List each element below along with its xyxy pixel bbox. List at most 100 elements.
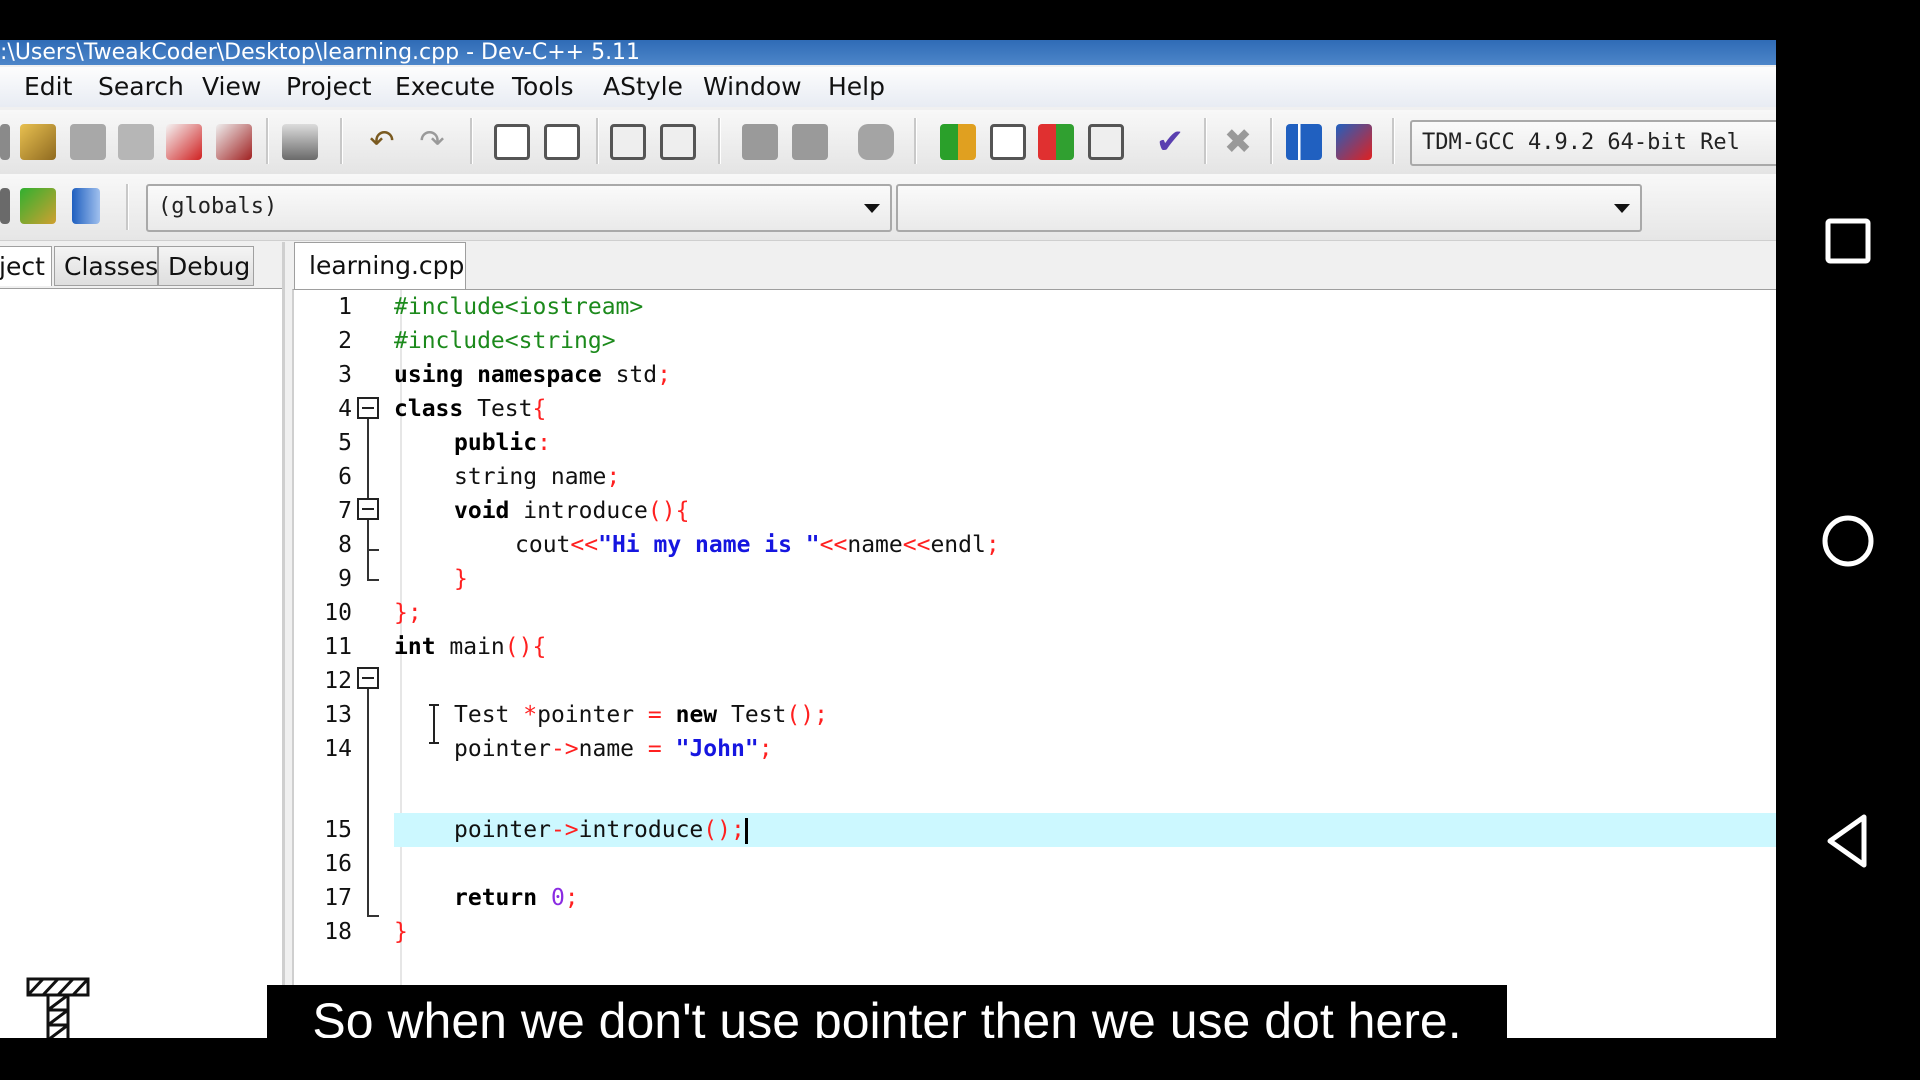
unindent-icon[interactable] [660,124,696,160]
fold-toggle-class[interactable] [357,397,379,419]
close-file-icon[interactable] [166,124,202,160]
insert-icon[interactable] [20,188,56,224]
toolbar-separator [126,184,129,230]
save-icon[interactable] [70,124,106,160]
back-button[interactable] [1820,813,1876,869]
new-file-icon[interactable] [0,124,10,160]
code-token: cout [515,532,571,558]
code-token: using namespace [394,362,602,388]
menu-search[interactable]: Search [98,67,184,107]
code-token: Test [454,702,524,728]
code-token: (){ [647,498,690,524]
menu-astyle[interactable]: AStyle [603,67,683,107]
run-icon[interactable] [990,124,1026,160]
stop-execution-icon[interactable]: ✖ [1220,124,1256,160]
syntax-check-icon[interactable]: ✔ [1152,124,1188,160]
code-line-17: return 0; [394,881,579,915]
open-file-icon[interactable] [20,124,56,160]
project-tree[interactable] [0,288,282,1038]
compile-icon[interactable] [940,124,976,160]
text-caret [744,817,748,844]
code-token: "Hi my name is " [598,532,820,558]
bookmark-prev-icon[interactable] [742,124,778,160]
delete-profile-icon[interactable] [1336,124,1372,160]
member-select[interactable] [896,184,1642,232]
toggle-bookmark-icon[interactable] [72,188,100,224]
code-token: = [647,736,662,762]
menu-window[interactable]: Window [703,67,802,107]
line-number: 11 [324,634,352,660]
find-icon[interactable] [494,124,530,160]
profile-icon[interactable] [1286,124,1322,160]
title-text: :\Users\TweakCoder\Desktop\learning.cpp … [0,40,641,65]
print-icon[interactable] [282,124,318,160]
tab-classes[interactable]: Classes [54,246,158,286]
bookmark-next-icon[interactable] [792,124,828,160]
menu-execute[interactable]: Execute [395,67,495,107]
fold-toggle-function[interactable] [357,498,379,520]
tab-learning-cpp[interactable]: learning.cpp [294,242,466,290]
code-token: ; [985,532,1000,558]
menu-project[interactable]: Project [286,67,372,107]
fold-toggle-main[interactable] [357,667,379,689]
code-token: (){ [504,634,547,660]
toolbar-separator [596,118,599,164]
code-line-9: } [394,562,468,596]
class-browser-icon[interactable] [0,188,10,224]
code-editor[interactable]: 1 2 3 4 5 6 7 8 9 10 11 12 13 14 15 16 17 18 #include<ios… [292,289,1776,1038]
code-token: new [661,702,718,728]
replace-icon[interactable] [544,124,580,160]
code-token: introduce [509,498,648,524]
line-number: 16 [324,851,352,877]
android-nav-bar [1776,0,1920,1080]
fold-end [367,915,379,917]
line-number: 4 [338,396,352,422]
line-number: 14 [324,736,352,762]
compiler-select-value: TDM-GCC 4.9.2 64-bit Rel [1422,130,1740,155]
close-all-icon[interactable] [216,124,252,160]
menu-edit[interactable]: Edit [24,67,72,107]
tab-classes-label: Classes [64,252,159,281]
chevron-down-icon [864,204,880,213]
chevron-down-icon [1614,204,1630,213]
code-token: endl [930,532,986,558]
recents-button[interactable] [1820,213,1876,269]
code-token: void [454,498,510,524]
code-line-6: string name; [394,460,620,494]
tab-debug[interactable]: Debug [158,246,254,286]
scope-select-value: (globals) [158,194,278,219]
editor-tabs: learning.cpp [292,242,1776,290]
code-line-7: void introduce(){ [394,494,689,528]
scope-select[interactable]: (globals) [146,184,892,232]
code-token: << [902,532,931,558]
code-token: pointer [454,736,551,762]
left-panel: ject Classes Debug [0,242,285,1038]
tab-debug-label: Debug [168,252,251,281]
toolbar-separator [266,118,269,164]
undo-icon[interactable]: ↶ [364,124,400,160]
code-token: ; [814,702,828,728]
compile-run-icon[interactable] [1038,124,1074,160]
compiler-select[interactable]: TDM-GCC 4.9.2 64-bit Rel [1410,120,1776,166]
rebuild-icon[interactable] [1088,124,1124,160]
indent-icon[interactable] [610,124,646,160]
class-toolbar: (globals) [0,174,1776,241]
code-line-11: int main(){ [394,630,546,664]
menu-tools[interactable]: Tools [512,67,574,107]
menu-view[interactable]: View [202,67,261,107]
fold-line [367,689,369,915]
redo-icon[interactable]: ↷ [414,124,450,160]
code-token: 0 [537,885,565,911]
code-token: name [578,736,648,762]
line-number: 8 [338,532,352,558]
code-token: pointer [454,817,551,843]
goto-line-icon[interactable] [858,124,894,160]
home-button[interactable] [1820,513,1876,569]
save-all-icon[interactable] [118,124,154,160]
tab-project[interactable]: ject [0,246,52,286]
code-token: #include<string> [394,328,616,354]
video-subtitle: So when we don't use pointer then we use… [267,985,1507,1038]
line-number: 1 [338,294,352,320]
menu-help[interactable]: Help [828,67,885,107]
code-token: }; [394,600,422,626]
